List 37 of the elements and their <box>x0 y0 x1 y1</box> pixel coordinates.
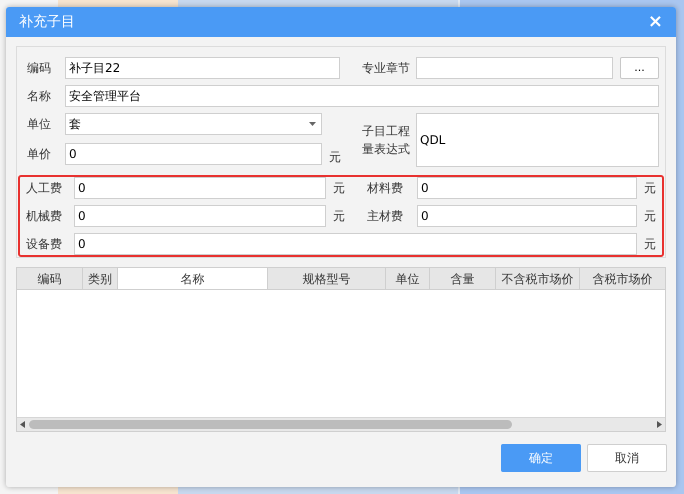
caret-icon <box>309 122 316 126</box>
field-label: 材料费 <box>367 180 404 197</box>
field-label: 编码 <box>27 60 52 77</box>
input-field[interactable]: 0 <box>417 177 637 199</box>
unit-dropdown[interactable]: 套 <box>65 113 322 135</box>
field-label: 主材费 <box>367 208 404 225</box>
more-button[interactable]: ... <box>620 57 659 79</box>
field-label: 单价 <box>27 146 52 163</box>
expression-field[interactable]: QDL <box>416 113 659 167</box>
field-label: 名称 <box>27 88 52 105</box>
field-label: 专业章节 <box>362 60 411 77</box>
input-field[interactable]: 0 <box>74 233 637 255</box>
field-label: 机械费 <box>26 208 63 225</box>
right-arrow-icon[interactable] <box>657 421 662 428</box>
field-label: 设备费 <box>26 236 63 253</box>
cancel-button[interactable]: 取消 <box>587 444 667 472</box>
field-label: 子目工程量表达式 <box>362 123 411 158</box>
input-field[interactable]: 0 <box>74 177 326 199</box>
column-header[interactable]: 名称 <box>118 268 268 289</box>
left-arrow-icon[interactable] <box>20 421 25 428</box>
input-field[interactable]: 补子目22 <box>65 57 340 79</box>
input-field[interactable]: 安全管理平台 <box>65 85 659 107</box>
input-field[interactable]: 0 <box>74 205 326 227</box>
unit-label: 元 <box>332 208 346 225</box>
field-label: 单位 <box>27 116 52 133</box>
horizontal-scrollbar[interactable] <box>17 417 665 431</box>
unit-label: 元 <box>643 236 657 253</box>
unit-label: 元 <box>332 180 346 197</box>
input-field[interactable]: 0 <box>65 143 322 165</box>
field-label: 人工费 <box>26 180 63 197</box>
unit-label: 元 <box>329 149 341 166</box>
unit-label: 元 <box>643 180 657 197</box>
scrollbar-thumb[interactable] <box>29 420 512 429</box>
input-field[interactable]: 0 <box>417 205 637 227</box>
input-field[interactable] <box>416 57 613 79</box>
window-title: 补充子目 <box>19 12 75 32</box>
unit-label: 元 <box>643 208 657 225</box>
